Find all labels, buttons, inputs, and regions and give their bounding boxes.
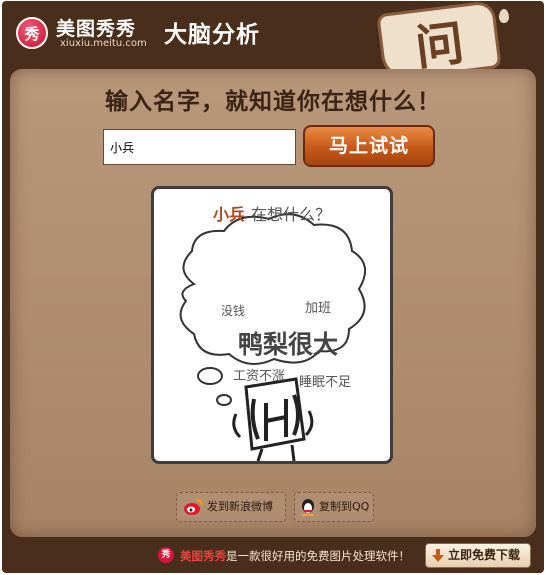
header: 秀 美图秀秀 xiuxiu.meitu.com 大脑分析 问 (2, 0, 544, 82)
try-now-button[interactable]: 马上试试 (303, 125, 435, 167)
copy-to-qq-label: 复制到QQ (319, 500, 370, 513)
main-thought: 鸭梨很大 (238, 330, 339, 359)
thought-word: 没钱 (221, 304, 246, 318)
result-title: 小兵 在想什么？ (154, 201, 390, 225)
thought-word: 加班 (305, 301, 332, 316)
brand-url[interactable]: xiuxiu.meitu.com (60, 38, 147, 49)
download-button[interactable]: 立即免费下载 (425, 543, 531, 568)
share-weibo-button[interactable]: 发到新浪微博 (176, 492, 286, 522)
footer-tagline-text: 是一款很好用的免费图片处理软件！ (226, 549, 410, 563)
brand-name[interactable]: 美图秀秀 (56, 14, 136, 41)
footer-brand[interactable]: 美图秀秀 (180, 549, 226, 563)
download-label: 立即免费下载 (448, 548, 521, 562)
result-card: 小兵 在想什么？ 鸭梨很大 没钱 加班 工资不涨 睡眠不足 (151, 186, 393, 464)
weibo-icon (184, 499, 203, 515)
meitu-logo-icon[interactable]: 秀 (16, 17, 48, 49)
result-name: 小兵 (212, 205, 245, 224)
copy-to-qq-button[interactable]: 复制到QQ (294, 492, 374, 522)
thought-word: 工资不涨 (233, 369, 286, 384)
thought-cloud: 鸭梨很大 没钱 加班 工资不涨 睡眠不足 (168, 225, 382, 405)
headline: 输入名字，就知道你在想什么！ (105, 89, 441, 115)
drop-decoration-icon (499, 9, 509, 23)
download-arrow-icon (432, 549, 444, 562)
thought-word: 睡眠不足 (299, 375, 352, 390)
result-question: 在想什么？ (251, 205, 332, 224)
share-weibo-label: 发到新浪微博 (207, 500, 273, 513)
footer-tagline: 美图秀秀是一款很好用的免费图片处理软件！ (160, 548, 410, 564)
page-title: 大脑分析 (164, 22, 260, 48)
name-input[interactable] (103, 129, 296, 165)
qq-penguin-icon (302, 499, 314, 516)
